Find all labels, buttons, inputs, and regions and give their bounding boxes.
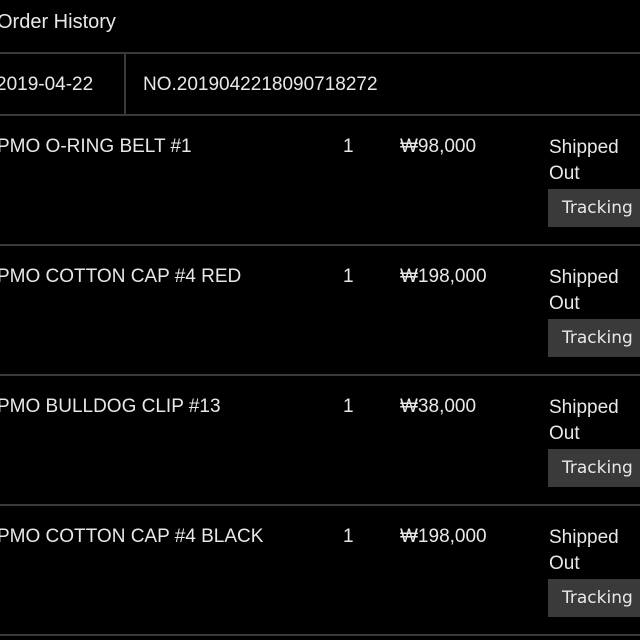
order-item-row: PMO COTTON CAP #4 RED 1 ₩198,000 Shipped… [0,245,640,375]
item-name[interactable]: PMO BULLDOG CLIP #13 [0,396,221,418]
order-item-row: PMO COTTON CAP #4 BLACK 1 ₩198,000 Shipp… [0,505,640,635]
divider [124,54,126,115]
item-price: ₩198,000 [400,266,487,287]
item-price: ₩38,000 [400,396,477,417]
item-status: Shipped Out [549,527,619,574]
item-price: ₩198,000 [400,526,487,547]
item-status: Shipped Out [549,137,619,184]
order-item-row: PMO O-RING BELT #1 1 ₩98,000 Shipped Out… [0,115,640,245]
divider [0,634,640,636]
item-name[interactable]: PMO O-RING BELT #1 [0,136,192,158]
tracking-button[interactable]: Tracking [548,579,640,617]
item-quantity: 1 [343,526,354,547]
tracking-button[interactable]: Tracking [548,189,640,227]
item-quantity: 1 [343,396,354,417]
order-item-row: PMO BULLDOG CLIP #13 1 ₩38,000 Shipped O… [0,375,640,505]
order-date: 2019-04-22 [0,74,94,95]
divider [0,52,640,54]
item-quantity: 1 [343,136,354,157]
item-price: ₩98,000 [400,136,477,157]
tracking-button[interactable]: Tracking [548,449,640,487]
item-name[interactable]: PMO COTTON CAP #4 RED [0,266,241,288]
item-status: Shipped Out [549,267,619,314]
page-title: Order History [0,11,116,33]
item-quantity: 1 [343,266,354,287]
item-status: Shipped Out [549,397,619,444]
tracking-button[interactable]: Tracking [548,319,640,357]
item-name[interactable]: PMO COTTON CAP #4 BLACK [0,526,263,548]
order-number[interactable]: NO.2019042218090718272 [143,74,378,96]
